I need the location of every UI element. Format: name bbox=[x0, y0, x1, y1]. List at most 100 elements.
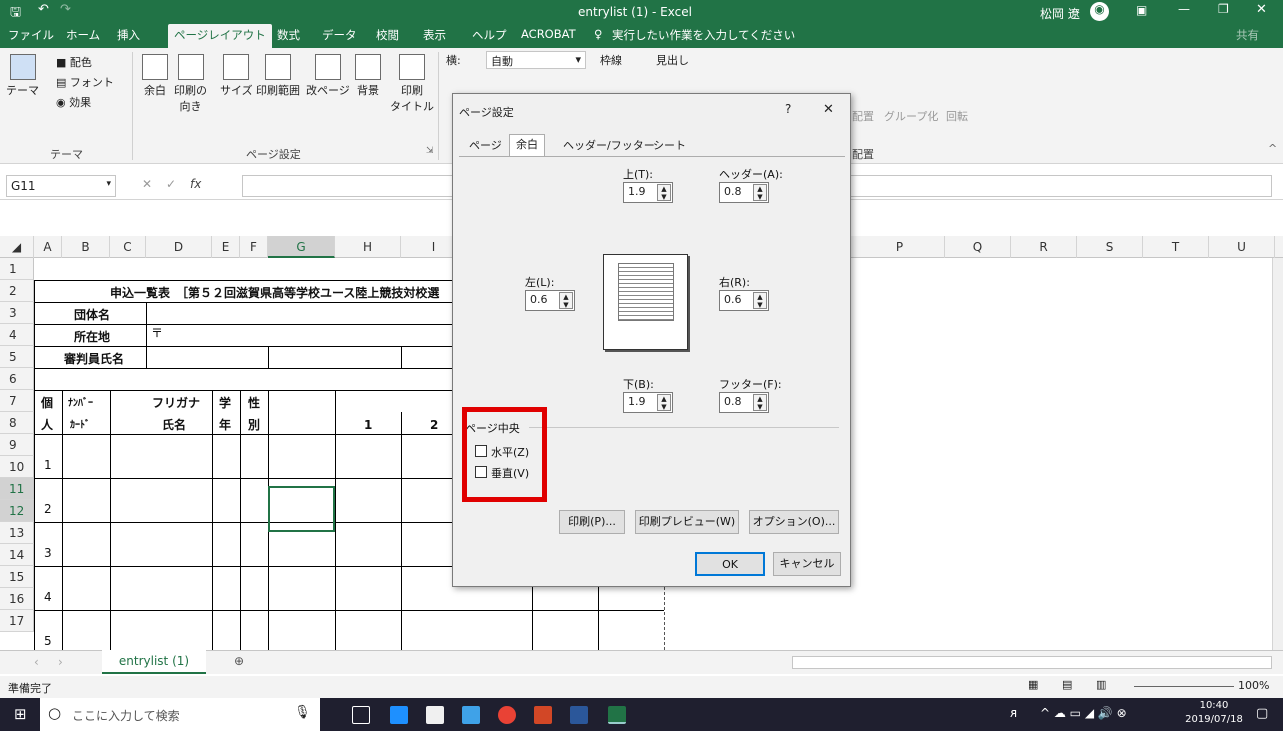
right-margin-input[interactable]: 0.6 ▲ ▼ bbox=[719, 290, 769, 311]
col-header-c[interactable]: C bbox=[110, 236, 146, 258]
microphone-icon[interactable]: 🎙 bbox=[294, 705, 311, 720]
group-button[interactable]: グループ化 bbox=[884, 108, 938, 124]
tray-icons[interactable]: ^ ☁ ▭ ◢ 🔊 ⊗ bbox=[1040, 706, 1127, 720]
row-header-1[interactable]: 1 bbox=[0, 258, 34, 280]
row-header-8[interactable]: 8 bbox=[0, 412, 34, 434]
vertical-scrollbar[interactable] bbox=[1272, 258, 1283, 650]
col-header-u[interactable]: U bbox=[1209, 236, 1275, 258]
options-button[interactable]: オプション(O)... bbox=[749, 510, 839, 534]
people-icon[interactable]: ᴙ bbox=[1010, 706, 1017, 720]
dialog-close-button[interactable]: ✕ bbox=[823, 102, 834, 117]
row-header-2[interactable]: 2 bbox=[0, 280, 34, 302]
tab-acrobat[interactable]: ACROBAT bbox=[521, 27, 576, 41]
col-header-f[interactable]: F bbox=[240, 236, 268, 258]
row-header-12[interactable]: 12 bbox=[0, 500, 34, 522]
ok-button[interactable]: OK bbox=[695, 552, 765, 576]
row-header-16[interactable]: 16 bbox=[0, 588, 34, 610]
col-header-a[interactable]: A bbox=[34, 236, 62, 258]
page-layout-view-icon[interactable]: ▤ bbox=[1062, 678, 1072, 691]
row-header-10[interactable]: 10 bbox=[0, 456, 34, 478]
print-titles-button[interactable]: 印刷 タイトル bbox=[390, 54, 434, 114]
col-header-g[interactable]: G bbox=[268, 236, 335, 258]
zoom-slider[interactable] bbox=[1134, 686, 1234, 687]
explorer-icon[interactable] bbox=[462, 706, 480, 724]
row-header-5[interactable]: 5 bbox=[0, 346, 34, 368]
tab-help[interactable]: ヘルプ bbox=[472, 27, 507, 43]
spinner-icon[interactable]: ▲ ▼ bbox=[753, 394, 767, 411]
select-all-corner[interactable]: ◢ bbox=[0, 236, 34, 258]
horizontal-scrollbar[interactable] bbox=[792, 656, 1272, 669]
row-header-11[interactable]: 11 bbox=[0, 478, 34, 500]
tab-margins[interactable]: 余白 bbox=[509, 134, 545, 156]
size-button[interactable]: サイズ bbox=[220, 54, 253, 98]
tab-data[interactable]: データ bbox=[322, 27, 357, 43]
redo-icon[interactable]: ↷ bbox=[60, 2, 71, 17]
task-view-icon[interactable] bbox=[352, 706, 370, 724]
effects-button[interactable]: ◉ 効果 bbox=[56, 94, 91, 110]
left-margin-input[interactable]: 0.6 ▲ ▼ bbox=[525, 290, 575, 311]
powerpoint-icon[interactable] bbox=[534, 706, 552, 724]
tab-sheet[interactable]: シート bbox=[647, 136, 692, 156]
windows-start-icon[interactable]: ⊞ bbox=[14, 705, 27, 723]
tab-review[interactable]: 校閲 bbox=[376, 27, 399, 43]
spinner-icon[interactable]: ▲ ▼ bbox=[753, 292, 767, 309]
edge-icon[interactable] bbox=[390, 706, 408, 724]
spinner-icon[interactable]: ▲ ▼ bbox=[559, 292, 573, 309]
align-button[interactable]: 配置 bbox=[852, 108, 874, 124]
row-header-13[interactable]: 13 bbox=[0, 522, 34, 544]
fonts-button[interactable]: ▤ フォント bbox=[56, 74, 114, 90]
gridlines-option[interactable]: 枠線 bbox=[600, 52, 622, 68]
zoom-level[interactable]: 100% bbox=[1238, 679, 1269, 692]
col-header-p[interactable]: P bbox=[855, 236, 945, 258]
tab-insert[interactable]: 挿入 bbox=[117, 27, 140, 43]
breaks-button[interactable]: 改ページ bbox=[306, 54, 350, 98]
margins-button[interactable]: 余白 bbox=[142, 54, 168, 98]
cancel-formula-icon[interactable]: ✕ bbox=[142, 177, 152, 191]
bottom-margin-input[interactable]: 1.9 ▲ ▼ bbox=[623, 392, 673, 413]
collapse-ribbon-icon[interactable]: ^ bbox=[1268, 142, 1277, 155]
tab-page[interactable]: ページ bbox=[463, 136, 508, 156]
add-sheet-icon[interactable]: ⊕ bbox=[234, 654, 244, 668]
notifications-icon[interactable]: ▢ bbox=[1256, 706, 1268, 721]
row-header-14[interactable]: 14 bbox=[0, 544, 34, 566]
col-header-e[interactable]: E bbox=[212, 236, 240, 258]
rotate-button[interactable]: 回転 bbox=[946, 108, 968, 124]
tab-home[interactable]: ホーム bbox=[66, 27, 100, 43]
page-break-view-icon[interactable]: ▥ bbox=[1096, 678, 1106, 691]
name-box[interactable]: G11 ▾ bbox=[6, 175, 116, 197]
col-header-s[interactable]: S bbox=[1077, 236, 1143, 258]
top-margin-input[interactable]: 1.9 ▲ ▼ bbox=[623, 182, 673, 203]
row-header-3[interactable]: 3 bbox=[0, 302, 34, 324]
orientation-button[interactable]: 印刷の 向き bbox=[174, 54, 207, 114]
row-header-9[interactable]: 9 bbox=[0, 434, 34, 456]
row-header-4[interactable]: 4 bbox=[0, 324, 34, 346]
help-button[interactable]: ? bbox=[785, 102, 791, 116]
spinner-icon[interactable]: ▲ ▼ bbox=[657, 394, 671, 411]
close-window-icon[interactable]: ✕ bbox=[1256, 2, 1267, 17]
footer-margin-input[interactable]: 0.8 ▲ ▼ bbox=[719, 392, 769, 413]
print-preview-button[interactable]: 印刷プレビュー(W) bbox=[635, 510, 739, 534]
col-header-b[interactable]: B bbox=[62, 236, 110, 258]
save-icon[interactable]: 🖫 bbox=[10, 3, 21, 25]
spinner-icon[interactable]: ▲ ▼ bbox=[753, 184, 767, 201]
print-button[interactable]: 印刷(P)... bbox=[559, 510, 625, 534]
col-header-q[interactable]: Q bbox=[945, 236, 1011, 258]
headings-option[interactable]: 見出し bbox=[656, 52, 689, 68]
tab-header-footer[interactable]: ヘッダー/フッター bbox=[557, 136, 661, 156]
fx-icon[interactable]: fx bbox=[190, 177, 201, 191]
row-header-6[interactable]: 6 bbox=[0, 368, 34, 390]
scale-width-select[interactable]: 自動 ▾ bbox=[486, 51, 586, 69]
tell-me-box[interactable]: 実行したい作業を入力してください bbox=[612, 27, 795, 43]
tab-file[interactable]: ファイル bbox=[8, 27, 54, 43]
avatar[interactable]: ◉ bbox=[1090, 2, 1109, 21]
excel-taskbar-icon[interactable] bbox=[608, 706, 626, 724]
row-header-7[interactable]: 7 bbox=[0, 390, 34, 412]
next-sheet-icon[interactable]: › bbox=[58, 655, 63, 669]
header-margin-input[interactable]: 0.8 ▲ ▼ bbox=[719, 182, 769, 203]
prev-sheet-icon[interactable]: ‹ bbox=[34, 655, 39, 669]
themes-button[interactable]: テーマ bbox=[6, 54, 39, 98]
tab-page-layout[interactable]: ページレイアウト bbox=[168, 24, 272, 48]
print-area-button[interactable]: 印刷範囲 bbox=[256, 54, 300, 98]
taskbar-search[interactable]: ○ ここに入力して検索 🎙 bbox=[40, 698, 320, 731]
share-button[interactable]: 共有 bbox=[1236, 27, 1259, 43]
